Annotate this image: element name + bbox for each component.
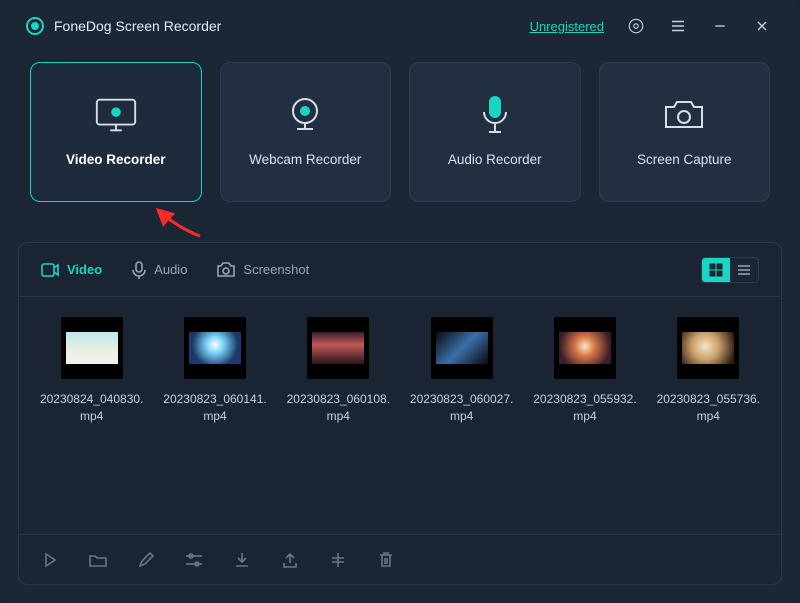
thumbnail [184,317,246,379]
mode-video-recorder[interactable]: Video Recorder [30,62,202,202]
file-grid: 20230824_040830.mp4 20230823_060141.mp4 … [19,297,781,534]
close-button[interactable] [746,10,778,42]
history-tab-screenshot[interactable]: Screenshot [217,262,309,277]
history-tab-video[interactable]: Video [41,262,102,277]
microphone-icon [472,98,518,132]
file-name: 20230823_055932.mp4 [530,391,639,426]
file-item[interactable]: 20230823_060108.mp4 [284,317,393,528]
file-name: 20230824_040830.mp4 [37,391,146,426]
mode-label: Screen Capture [637,152,732,167]
menu-icon[interactable] [662,10,694,42]
tab-label: Video [67,262,102,277]
camera-icon [661,98,707,132]
mode-label: Audio Recorder [448,152,542,167]
file-item[interactable]: 20230823_055736.mp4 [654,317,763,528]
thumbnail [307,317,369,379]
history-tab-audio[interactable]: Audio [132,261,187,279]
edit-button[interactable] [135,549,157,571]
mode-audio-recorder[interactable]: Audio Recorder [409,62,581,202]
file-name: 20230823_060108.mp4 [284,391,393,426]
mode-screen-capture[interactable]: Screen Capture [599,62,771,202]
app-title: FoneDog Screen Recorder [54,18,221,34]
thumbnail [554,317,616,379]
settings-gear-icon[interactable] [620,10,652,42]
file-item[interactable]: 20230824_040830.mp4 [37,317,146,528]
download-button[interactable] [231,549,253,571]
file-name: 20230823_060141.mp4 [160,391,269,426]
tab-label: Screenshot [243,262,309,277]
pointer-arrow-icon [148,206,204,240]
view-grid-button[interactable] [702,258,730,282]
file-name: 20230823_060027.mp4 [407,391,516,426]
webcam-icon [282,98,328,132]
file-item[interactable]: 20230823_055932.mp4 [530,317,639,528]
mode-label: Webcam Recorder [249,152,361,167]
app-logo-icon [26,17,44,35]
convert-button[interactable] [327,549,349,571]
settings-sliders-button[interactable] [183,549,205,571]
recording-history-panel: Video Audio Screenshot 20230824_040830.m… [18,242,782,585]
minimize-button[interactable] [704,10,736,42]
file-item[interactable]: 20230823_060027.mp4 [407,317,516,528]
mode-webcam-recorder[interactable]: Webcam Recorder [220,62,392,202]
file-name: 20230823_055736.mp4 [654,391,763,426]
view-toggle [701,257,759,283]
file-toolbar [19,534,781,584]
monitor-icon [93,98,139,132]
view-list-button[interactable] [730,258,758,282]
history-tabs: Video Audio Screenshot [19,243,781,297]
thumbnail [61,317,123,379]
delete-button[interactable] [375,549,397,571]
mode-label: Video Recorder [66,152,166,167]
mode-selector: Video Recorder Webcam Recorder Audio Rec… [0,52,800,206]
tab-label: Audio [154,262,187,277]
open-folder-button[interactable] [87,549,109,571]
registration-status-link[interactable]: Unregistered [530,19,604,34]
thumbnail [677,317,739,379]
share-button[interactable] [279,549,301,571]
title-bar: FoneDog Screen Recorder Unregistered [0,0,800,52]
thumbnail [431,317,493,379]
play-button[interactable] [39,549,61,571]
file-item[interactable]: 20230823_060141.mp4 [160,317,269,528]
